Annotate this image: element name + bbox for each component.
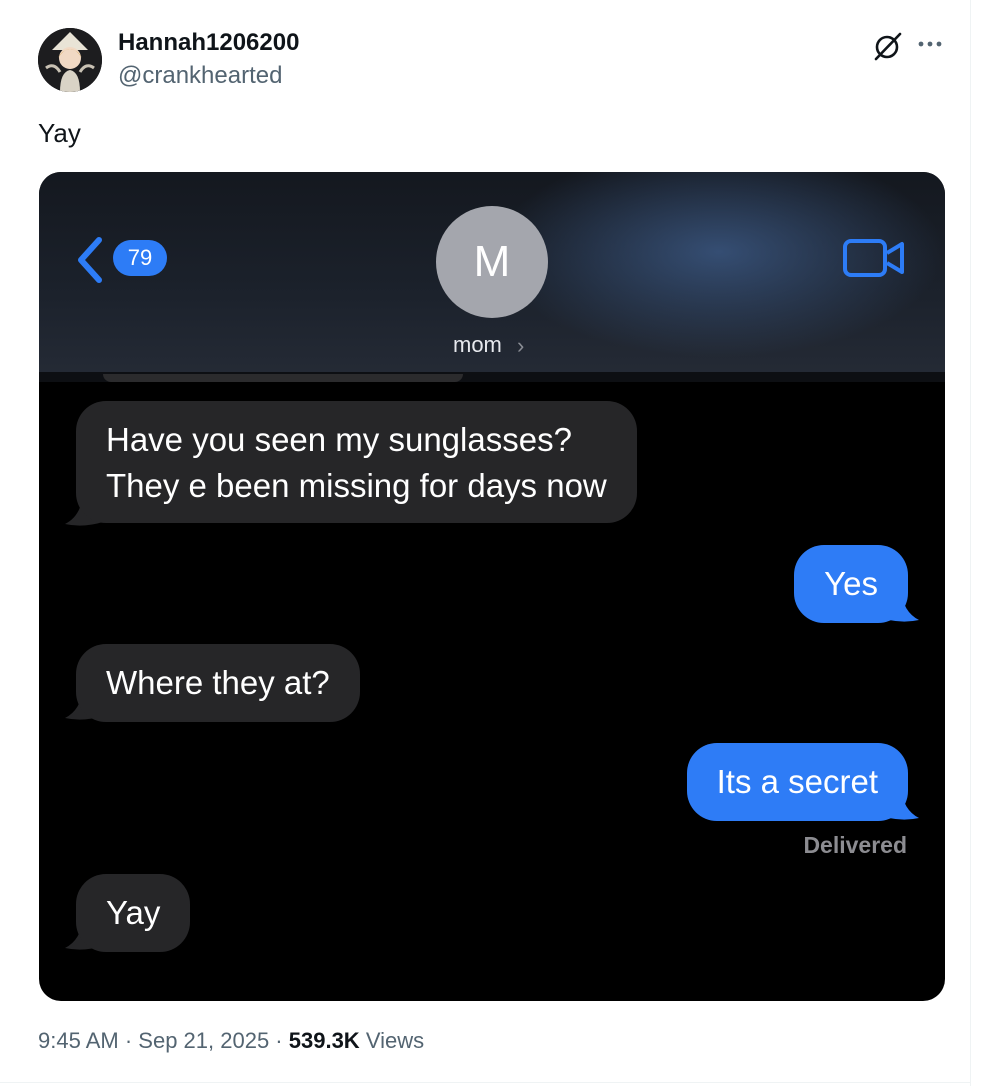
contact-avatar[interactable]: M [436,206,548,318]
author-display-name[interactable]: Hannah1206200 [118,29,299,57]
message-bubble-outgoing[interactable]: Yes [794,545,908,623]
message-text: Its a secret [716,763,878,800]
post-time[interactable]: 9:45 AM [38,1028,119,1053]
message-bubble-incoming[interactable]: Where they at? [76,644,360,722]
contact-name[interactable]: mom [453,332,502,358]
author-avatar[interactable] [38,28,102,92]
views-label: Views [365,1028,425,1053]
more-options-icon[interactable] [915,30,945,62]
delivered-status: Delivered [803,832,907,858]
meta-separator: · [269,1028,289,1053]
post-media-image[interactable]: 79 M mom › Have you seen my sunglasses? … [39,172,945,1001]
meta-separator: · [118,1028,139,1053]
message-text: Yay [106,894,161,931]
post-date[interactable]: Sep 21, 2025 [138,1028,269,1053]
video-call-icon[interactable] [842,238,906,278]
views-count: 539.3K [288,1028,360,1053]
message-bubble-outgoing[interactable]: Its a secret [686,743,908,821]
message-bubble-incoming[interactable]: Yay [76,874,191,952]
post-meta: 9:45 AM · Sep 21, 2025 · 539.3K Views [38,1028,424,1054]
message-text: Have you seen my sunglasses? They e been… [106,421,607,504]
message-text: Where they at? [106,664,330,701]
timeline-border [970,0,971,1086]
author-handle[interactable]: @crankhearted [118,62,282,90]
previous-message-bubble [103,374,463,382]
back-chevron-icon[interactable] [73,234,107,286]
unread-count-badge[interactable]: 79 [113,240,167,276]
post-divider [0,1082,971,1083]
message-text: Yes [824,565,878,602]
contact-chevron-icon[interactable]: › [517,333,524,359]
message-bubble-incoming[interactable]: Have you seen my sunglasses? They e been… [76,401,637,523]
post-text: Yay [38,118,81,148]
grok-icon[interactable] [872,30,904,62]
